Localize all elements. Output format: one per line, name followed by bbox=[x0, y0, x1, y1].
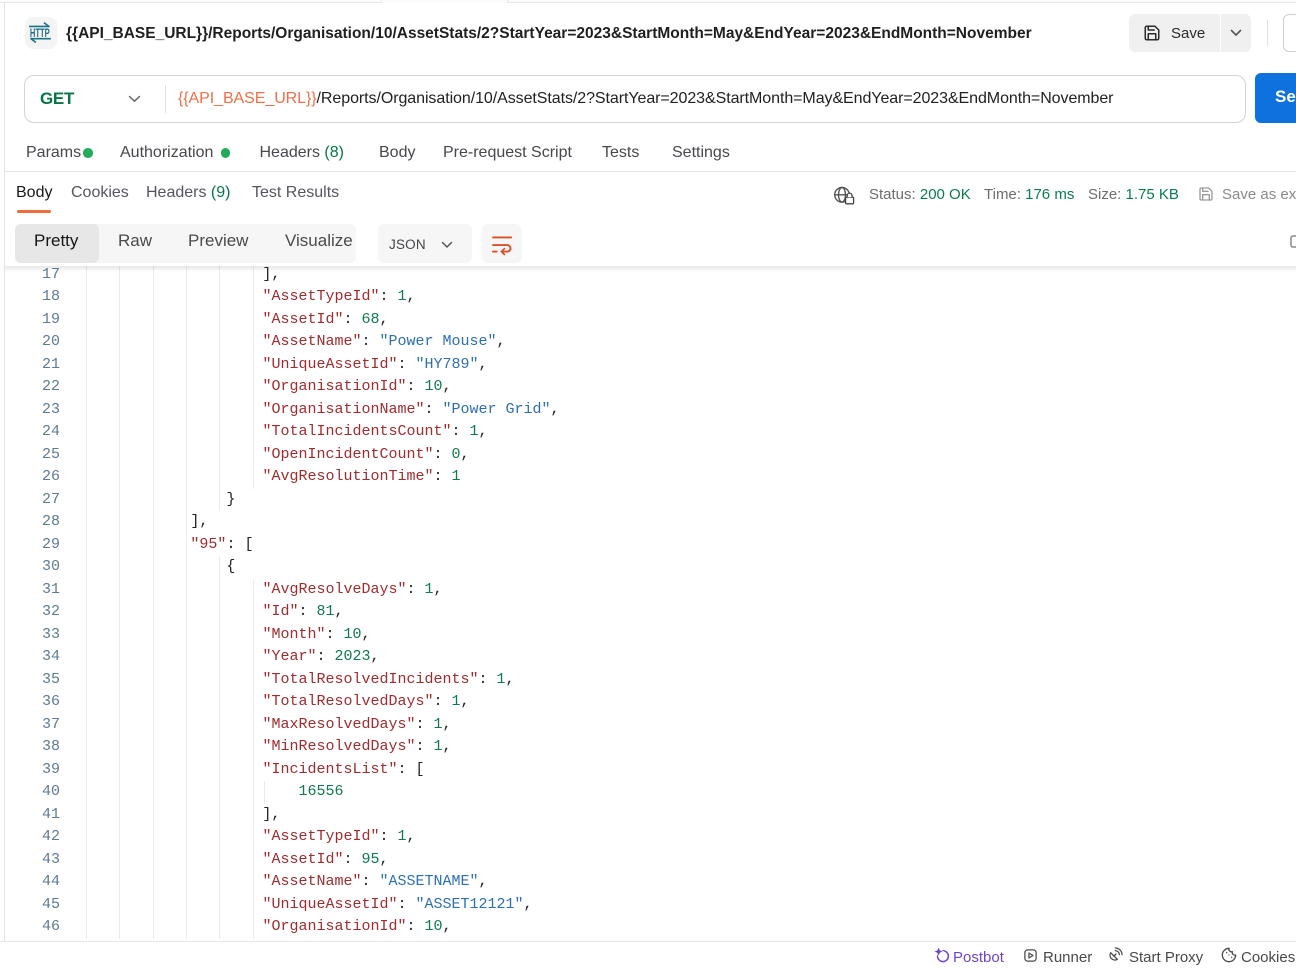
svg-text:HTTP: HTTP bbox=[30, 28, 50, 40]
